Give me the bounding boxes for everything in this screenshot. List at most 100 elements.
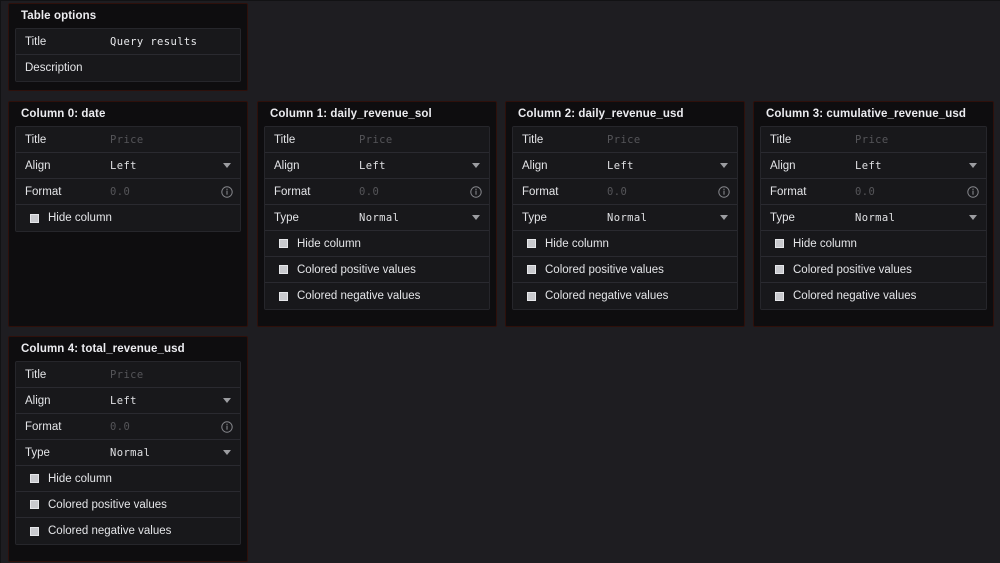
info-circle-icon[interactable] [217, 414, 237, 439]
checkbox-row-colored-positive[interactable]: Colored positive values [761, 257, 986, 283]
field-label-align: Align [770, 159, 796, 172]
field-value-title[interactable]: Query results [110, 36, 240, 48]
chevron-down-icon[interactable] [467, 153, 485, 178]
field-row-format[interactable]: Format 0.0 [16, 179, 240, 205]
field-row-title[interactable]: Title Price [16, 362, 240, 388]
checkbox-row-hide-column[interactable]: Hide column [16, 205, 240, 231]
checkbox-row-colored-positive[interactable]: Colored positive values [265, 257, 489, 283]
checkbox-icon[interactable] [30, 474, 39, 483]
checkbox-icon[interactable] [775, 239, 784, 248]
field-select-align[interactable]: Left [607, 160, 715, 172]
field-label-title: Title [25, 368, 47, 381]
info-circle-icon[interactable] [963, 179, 983, 204]
field-row-format[interactable]: Format 0.0 [265, 179, 489, 205]
chevron-down-icon[interactable] [715, 153, 733, 178]
field-select-align[interactable]: Left [110, 160, 218, 172]
field-select-align[interactable]: Left [110, 395, 218, 407]
field-input-format[interactable]: 0.0 [607, 186, 714, 198]
checkbox-row-hide-column[interactable]: Hide column [761, 231, 986, 257]
chevron-down-icon[interactable] [964, 205, 982, 230]
checkbox-icon[interactable] [279, 291, 288, 301]
panel-title: Table options [21, 10, 97, 22]
checkbox-icon[interactable] [279, 265, 288, 274]
field-row-align[interactable]: Align Left [265, 153, 489, 179]
checkbox-label-colored-positive: Colored positive values [545, 263, 664, 276]
field-select-type[interactable]: Normal [855, 212, 964, 224]
field-row-title[interactable]: Title Price [16, 127, 240, 153]
field-input-format[interactable]: 0.0 [359, 186, 466, 198]
field-row-type[interactable]: Type Normal [513, 205, 737, 231]
field-row-align[interactable]: Align Left [16, 388, 240, 414]
field-select-type[interactable]: Normal [110, 447, 218, 459]
field-row-title[interactable]: Title Price [761, 127, 986, 153]
field-row-title[interactable]: Title Query results [16, 29, 240, 55]
field-input-title[interactable]: Price [359, 134, 489, 146]
field-row-format[interactable]: Format 0.0 [513, 179, 737, 205]
field-input-title[interactable]: Price [110, 134, 240, 146]
field-label-title: Title [274, 133, 296, 146]
column-1-fields: Title Price Align Left Format 0.0 Type N… [264, 126, 490, 310]
panel-title-column-3: Column 3: cumulative_revenue_usd [766, 108, 967, 120]
field-select-align[interactable]: Left [359, 160, 467, 172]
checkbox-icon[interactable] [30, 526, 39, 536]
checkbox-row-hide-column[interactable]: Hide column [16, 466, 240, 492]
info-circle-icon[interactable] [217, 179, 237, 204]
field-row-title[interactable]: Title Price [513, 127, 737, 153]
field-select-type[interactable]: Normal [359, 212, 467, 224]
checkbox-icon[interactable] [527, 239, 536, 248]
field-row-align[interactable]: Align Left [761, 153, 986, 179]
field-label-align: Align [25, 159, 51, 172]
field-row-title[interactable]: Title Price [265, 127, 489, 153]
field-label-type: Type [770, 211, 795, 224]
panel-title-column-2: Column 2: daily_revenue_usd [518, 108, 684, 120]
field-select-type[interactable]: Normal [607, 212, 715, 224]
field-input-title[interactable]: Price [855, 134, 986, 146]
checkbox-icon[interactable] [775, 291, 784, 301]
field-input-format[interactable]: 0.0 [110, 421, 217, 433]
panel-title-column-4: Column 4: total_revenue_usd [21, 343, 185, 355]
checkbox-icon[interactable] [527, 265, 536, 274]
info-circle-icon[interactable] [466, 179, 486, 204]
field-row-align[interactable]: Align Left [16, 153, 240, 179]
column-panel-4: Column 4: total_revenue_usd Title Price … [8, 336, 248, 562]
chevron-down-icon[interactable] [218, 440, 236, 465]
field-row-type[interactable]: Type Normal [16, 440, 240, 466]
field-input-format[interactable]: 0.0 [855, 186, 963, 198]
checkbox-row-hide-column[interactable]: Hide column [513, 231, 737, 257]
chevron-down-icon[interactable] [218, 153, 236, 178]
field-row-align[interactable]: Align Left [513, 153, 737, 179]
checkbox-row-colored-negative[interactable]: Colored negative values [16, 518, 240, 544]
checkbox-row-colored-negative[interactable]: Colored negative values [265, 283, 489, 309]
field-row-format[interactable]: Format 0.0 [761, 179, 986, 205]
field-row-description[interactable]: Description [16, 55, 240, 81]
checkbox-label-hide-column: Hide column [793, 237, 857, 250]
chevron-down-icon[interactable] [964, 153, 982, 178]
table-options-fields: Title Query results Description [15, 28, 241, 82]
field-select-align[interactable]: Left [855, 160, 964, 172]
checkbox-row-colored-negative[interactable]: Colored negative values [761, 283, 986, 309]
chevron-down-icon[interactable] [218, 388, 236, 413]
chevron-down-icon[interactable] [715, 205, 733, 230]
checkbox-icon[interactable] [775, 265, 784, 274]
checkbox-label-hide-column: Hide column [297, 237, 361, 250]
field-label-description: Description [25, 62, 83, 74]
checkbox-icon[interactable] [30, 500, 39, 509]
checkbox-row-colored-positive[interactable]: Colored positive values [16, 492, 240, 518]
field-row-type[interactable]: Type Normal [761, 205, 986, 231]
table-visualization-options-pane: Table options Title Query results Descri… [0, 0, 1000, 563]
field-label-title: Title [25, 133, 47, 146]
field-row-type[interactable]: Type Normal [265, 205, 489, 231]
field-input-title[interactable]: Price [110, 369, 240, 381]
checkbox-row-colored-positive[interactable]: Colored positive values [513, 257, 737, 283]
checkbox-row-hide-column[interactable]: Hide column [265, 231, 489, 257]
panel-title-column-1: Column 1: daily_revenue_sol [270, 108, 432, 120]
field-input-format[interactable]: 0.0 [110, 186, 217, 198]
checkbox-icon[interactable] [279, 239, 288, 248]
checkbox-row-colored-negative[interactable]: Colored negative values [513, 283, 737, 309]
field-input-title[interactable]: Price [607, 134, 737, 146]
chevron-down-icon[interactable] [467, 205, 485, 230]
checkbox-icon[interactable] [527, 291, 536, 301]
checkbox-icon[interactable] [30, 213, 39, 223]
field-row-format[interactable]: Format 0.0 [16, 414, 240, 440]
info-circle-icon[interactable] [714, 179, 734, 204]
